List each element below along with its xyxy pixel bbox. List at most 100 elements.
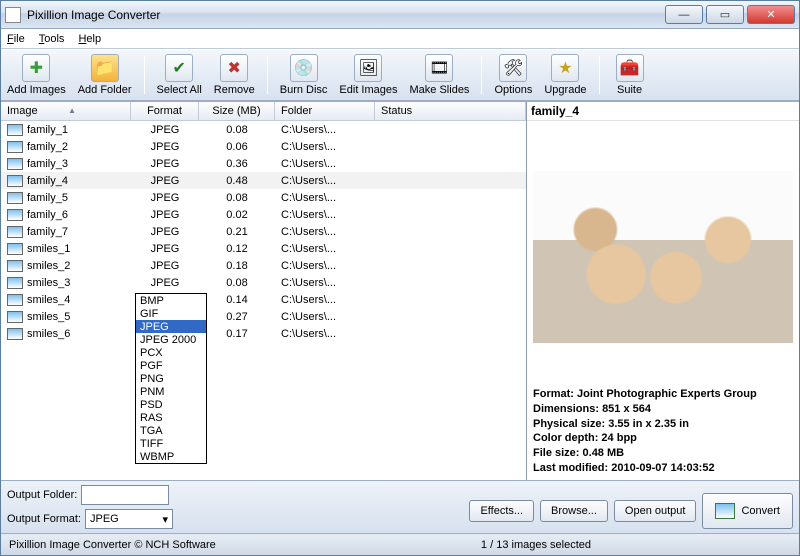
table-row[interactable]: smiles_2JPEG0.18C:\Users\... (1, 257, 526, 274)
preview-title: family_4 (527, 102, 799, 121)
file-thumb-icon (7, 277, 23, 289)
status-right: 1 / 13 images selected (481, 539, 591, 551)
file-thumb-icon (7, 311, 23, 323)
file-thumb-icon (7, 243, 23, 255)
dropdown-option[interactable]: TIFF (136, 437, 206, 450)
file-thumb-icon (7, 328, 23, 340)
bottom-panel: Output Folder: Output Format: JPEG▾ Effe… (1, 480, 799, 533)
app-icon (5, 7, 21, 23)
select-all-button[interactable]: ✔Select All (151, 52, 208, 98)
format-dropdown-list[interactable]: BMPGIFJPEGJPEG 2000PCXPGFPNGPNMPSDRASTGA… (135, 293, 207, 464)
dropdown-option[interactable]: PNM (136, 385, 206, 398)
info-modified: Last modified: 2010-09-07 14:03:52 (533, 461, 793, 476)
slides-icon: 🎞 (425, 54, 453, 82)
dropdown-option[interactable]: TGA (136, 424, 206, 437)
dropdown-option[interactable]: WBMP (136, 450, 206, 463)
dropdown-option[interactable]: PGF (136, 359, 206, 372)
file-rows: family_1JPEG0.08C:\Users\...family_2JPEG… (1, 121, 526, 480)
window-title: Pixillion Image Converter (27, 8, 665, 22)
menu-tools[interactable]: Tools (39, 33, 65, 45)
column-format[interactable]: Format (131, 102, 199, 120)
info-dimensions: Dimensions: 851 x 564 (533, 402, 793, 417)
column-size[interactable]: Size (MB) (199, 102, 275, 120)
image-edit-icon: 🖼 (354, 54, 382, 82)
delete-icon: ✖ (220, 54, 248, 82)
table-row[interactable]: smiles_50.27C:\Users\... (1, 308, 526, 325)
output-format-label: Output Format: (7, 513, 81, 525)
table-row[interactable]: smiles_60.17C:\Users\... (1, 325, 526, 342)
dropdown-option[interactable]: BMP (136, 294, 206, 307)
remove-button[interactable]: ✖Remove (208, 52, 261, 98)
menu-help[interactable]: Help (78, 33, 101, 45)
dropdown-option[interactable]: PCX (136, 346, 206, 359)
folder-plus-icon: 📁 (91, 54, 119, 82)
upgrade-icon: ★ (551, 54, 579, 82)
checkmark-icon: ✔ (165, 54, 193, 82)
info-physical: Physical size: 3.55 in x 2.35 in (533, 417, 793, 432)
dropdown-option[interactable]: GIF (136, 307, 206, 320)
chevron-down-icon: ▾ (162, 513, 168, 526)
suite-icon: 🧰 (616, 54, 644, 82)
info-depth: Color depth: 24 bpp (533, 431, 793, 446)
suite-button[interactable]: 🧰Suite (606, 52, 654, 98)
output-folder-input[interactable] (81, 485, 169, 505)
disc-icon: 💿 (290, 54, 318, 82)
menubar: File Tools Help (1, 29, 799, 49)
plus-icon: ✚ (22, 54, 50, 82)
table-row[interactable]: family_4JPEG0.48C:\Users\... (1, 172, 526, 189)
add-folder-button[interactable]: 📁Add Folder (72, 52, 138, 98)
effects-button[interactable]: Effects... (469, 500, 534, 522)
table-row[interactable]: smiles_40.14C:\Users\... (1, 291, 526, 308)
options-button[interactable]: 🛠Options (488, 52, 538, 98)
upgrade-button[interactable]: ★Upgrade (538, 52, 592, 98)
minimize-button[interactable]: — (665, 5, 703, 24)
file-thumb-icon (7, 260, 23, 272)
make-slides-button[interactable]: 🎞Make Slides (404, 52, 476, 98)
table-row[interactable]: family_7JPEG0.21C:\Users\... (1, 223, 526, 240)
edit-images-button[interactable]: 🖼Edit Images (333, 52, 403, 98)
output-format-select[interactable]: JPEG▾ (85, 509, 173, 529)
table-header: Image▲ Format Size (MB) Folder Status (1, 102, 526, 121)
preview-image (533, 171, 793, 343)
file-thumb-icon (7, 192, 23, 204)
file-list-pane: Image▲ Format Size (MB) Folder Status fa… (1, 102, 527, 480)
file-info: Format: Joint Photographic Experts Group… (527, 383, 799, 480)
dropdown-option[interactable]: JPEG 2000 (136, 333, 206, 346)
burn-disc-button[interactable]: 💿Burn Disc (274, 52, 334, 98)
dropdown-option[interactable]: JPEG (136, 320, 206, 333)
table-row[interactable]: smiles_3JPEG0.08C:\Users\... (1, 274, 526, 291)
column-folder[interactable]: Folder (275, 102, 375, 120)
table-row[interactable]: smiles_1JPEG0.12C:\Users\... (1, 240, 526, 257)
app-window: Pixillion Image Converter — ▭ ✕ File Too… (0, 0, 800, 556)
file-thumb-icon (7, 141, 23, 153)
table-row[interactable]: family_2JPEG0.06C:\Users\... (1, 138, 526, 155)
open-output-button[interactable]: Open output (614, 500, 697, 522)
preview-pane: family_4 Format: Joint Photographic Expe… (527, 102, 799, 480)
column-status[interactable]: Status (375, 102, 526, 120)
add-images-button[interactable]: ✚Add Images (1, 52, 72, 98)
table-row[interactable]: family_6JPEG0.02C:\Users\... (1, 206, 526, 223)
browse-button[interactable]: Browse... (540, 500, 608, 522)
menu-file[interactable]: File (7, 33, 25, 45)
dropdown-option[interactable]: PSD (136, 398, 206, 411)
toolbar: ✚Add Images 📁Add Folder ✔Select All ✖Rem… (1, 49, 799, 101)
convert-button[interactable]: Convert (702, 493, 793, 529)
status-left: Pixillion Image Converter © NCH Software (9, 539, 216, 551)
gear-icon: 🛠 (499, 54, 527, 82)
table-row[interactable]: family_5JPEG0.08C:\Users\... (1, 189, 526, 206)
info-format: Format: Joint Photographic Experts Group (533, 387, 793, 402)
table-row[interactable]: family_1JPEG0.08C:\Users\... (1, 121, 526, 138)
file-thumb-icon (7, 175, 23, 187)
output-folder-label: Output Folder: (7, 489, 77, 501)
close-button[interactable]: ✕ (747, 5, 795, 24)
file-thumb-icon (7, 209, 23, 221)
file-thumb-icon (7, 124, 23, 136)
dropdown-option[interactable]: RAS (136, 411, 206, 424)
dropdown-option[interactable]: PNG (136, 372, 206, 385)
file-thumb-icon (7, 226, 23, 238)
info-filesize: File size: 0.48 MB (533, 446, 793, 461)
table-row[interactable]: family_3JPEG0.36C:\Users\... (1, 155, 526, 172)
maximize-button[interactable]: ▭ (706, 5, 744, 24)
column-image[interactable]: Image▲ (1, 102, 131, 120)
convert-icon (715, 503, 735, 519)
